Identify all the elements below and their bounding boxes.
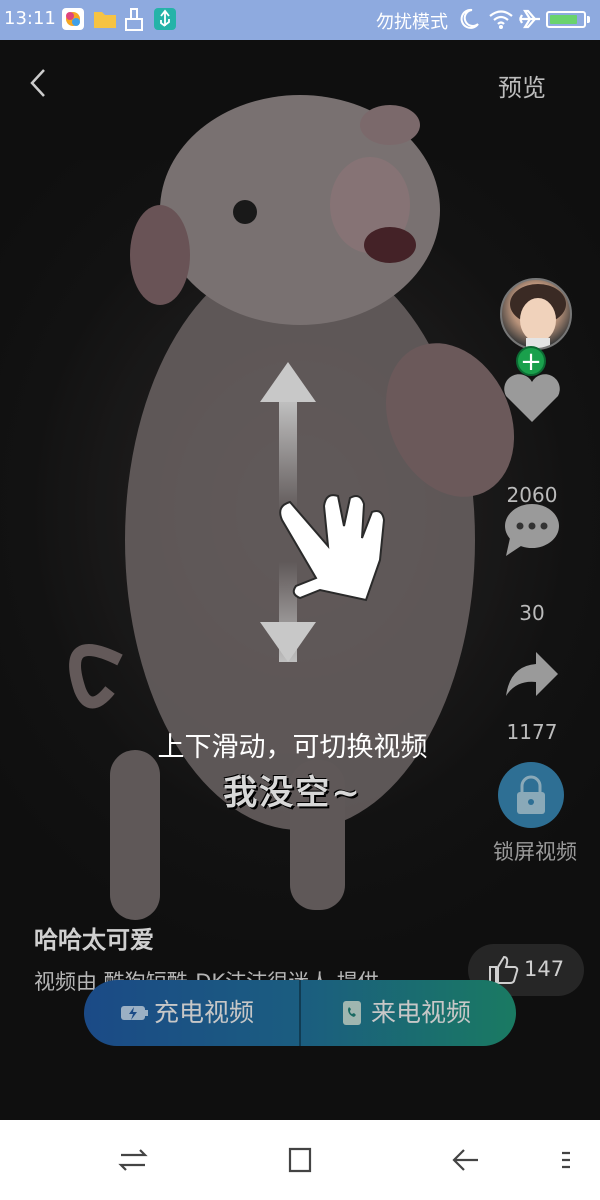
airplane-icon — [518, 7, 542, 36]
lock-screen-video-button[interactable] — [498, 762, 564, 828]
status-bar: 13:11 勿扰模式 — [0, 0, 600, 40]
arrow-down-icon — [260, 562, 316, 662]
preview-button[interactable]: 预览 — [498, 68, 546, 103]
charge-video-label: 充电视频 — [154, 998, 255, 1027]
charge-video-button[interactable]: 充电视频 — [84, 980, 299, 1046]
moon-icon — [458, 7, 480, 36]
share-arrow-icon — [506, 652, 558, 696]
heart-icon — [504, 374, 560, 422]
battery-tip — [587, 16, 590, 23]
share-count: 1177 — [506, 720, 558, 744]
thumbs-up-count: 147 — [524, 957, 565, 981]
creator-avatar[interactable] — [500, 278, 572, 350]
usb-icon — [154, 8, 176, 30]
menu-button[interactable] — [556, 1142, 576, 1178]
status-time: 13:11 — [4, 8, 56, 29]
cleaner-icon — [123, 8, 145, 31]
home-button[interactable] — [280, 1142, 320, 1178]
phone-icon — [343, 1001, 361, 1025]
back-button[interactable] — [28, 66, 58, 100]
comment-bubble-icon — [505, 504, 559, 556]
battery-level — [550, 15, 577, 24]
like-button[interactable] — [500, 370, 564, 426]
arrow-up-icon — [260, 362, 316, 512]
recent-switch-button[interactable] — [113, 1142, 153, 1178]
folder-icon — [93, 8, 116, 30]
back-arrow-icon — [452, 1149, 478, 1171]
comment-button[interactable] — [500, 494, 564, 556]
battery-charge-icon — [121, 1006, 148, 1020]
lock-screen-video-label: 锁屏视频 — [493, 840, 577, 864]
video-title: 哈哈太可爱 — [34, 926, 154, 954]
ringtone-video-label: 来电视频 — [371, 998, 472, 1027]
switch-arrows-icon — [118, 1149, 148, 1171]
battery-icon — [546, 11, 586, 28]
video-player[interactable]: 预览 上下滑动，可切换视频 我没空~ + 2060 30 1177 锁屏视频 哈… — [0, 40, 600, 1120]
dnd-label: 勿扰模式 — [376, 12, 448, 33]
share-button[interactable] — [500, 648, 564, 704]
lock-icon — [517, 775, 545, 814]
navigation-bar — [0, 1120, 600, 1200]
menu-lines-icon — [562, 1151, 570, 1169]
chevron-left-icon — [30, 69, 45, 97]
ringtone-video-button[interactable]: 来电视频 — [301, 980, 516, 1046]
wifi-icon — [488, 7, 514, 36]
comment-count: 30 — [519, 601, 545, 625]
app-store-icon — [62, 8, 84, 30]
swipe-hint-graphic — [260, 362, 386, 662]
square-home-icon — [288, 1147, 312, 1173]
back-nav-button[interactable] — [446, 1142, 486, 1178]
